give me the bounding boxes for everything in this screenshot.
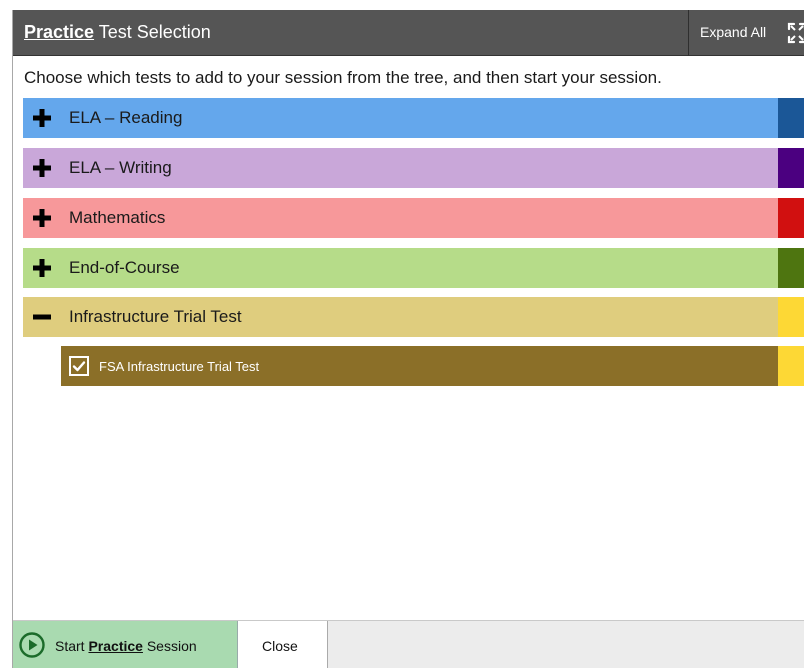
plus-icon	[33, 209, 51, 227]
close-button-label: Close	[262, 638, 298, 654]
start-suffix: Session	[142, 638, 197, 654]
title-emphasis: Practice	[24, 22, 95, 42]
category-color-stripe	[778, 297, 804, 337]
category-label: End-of-Course	[69, 258, 180, 277]
category-color-stripe	[778, 98, 804, 138]
dialog-title-bar: Practice Test Selection Expand All	[13, 10, 804, 56]
expand-arrows-icon	[787, 22, 804, 44]
category-label: Mathematics	[69, 208, 166, 227]
plus-icon	[33, 259, 51, 277]
start-practice-session-button[interactable]: Start Practice Session	[13, 621, 238, 668]
checkmark-icon	[72, 361, 86, 372]
test-label: FSA Infrastructure Trial Test	[99, 359, 260, 374]
test-selection-dialog: Practice Test Selection Expand All Choos…	[12, 10, 804, 668]
category-color-stripe	[778, 198, 804, 238]
play-circle-icon	[19, 632, 45, 658]
expand-all-label: Expand All	[700, 24, 767, 40]
start-emphasis: Practice	[88, 638, 143, 654]
test-checkbox[interactable]	[69, 356, 89, 376]
category-infrastructure-trial-test[interactable]: Infrastructure Trial Test	[23, 297, 804, 337]
test-item-fsa-infrastructure-trial[interactable]: FSA Infrastructure Trial Test	[61, 346, 804, 386]
category-color-stripe	[778, 248, 804, 288]
dialog-footer: Start Practice Session Close	[13, 620, 804, 668]
dialog-title: Practice Test Selection	[24, 22, 211, 43]
title-rest: Test Selection	[94, 22, 211, 42]
expand-toggle[interactable]	[23, 198, 62, 238]
collapse-toggle[interactable]	[23, 297, 62, 337]
expand-toggle[interactable]	[23, 248, 62, 288]
expand-toggle[interactable]	[23, 148, 62, 188]
category-color-stripe	[778, 148, 804, 188]
category-mathematics[interactable]: Mathematics	[23, 198, 804, 238]
minus-icon	[33, 314, 51, 320]
category-ela-writing[interactable]: ELA – Writing	[23, 148, 804, 188]
test-color-stripe	[778, 346, 804, 386]
start-button-label: Start Practice Session	[55, 638, 197, 654]
plus-icon	[33, 109, 51, 127]
category-label: Infrastructure Trial Test	[69, 307, 242, 326]
expand-all-button[interactable]: Expand All	[688, 10, 804, 56]
plus-icon	[33, 159, 51, 177]
category-label: ELA – Writing	[69, 158, 172, 177]
category-end-of-course[interactable]: End-of-Course	[23, 248, 804, 288]
start-prefix: Start	[55, 638, 89, 654]
category-label: ELA – Reading	[69, 108, 183, 127]
category-ela-reading[interactable]: ELA – Reading	[23, 98, 804, 138]
instructions-text: Choose which tests to add to your sessio…	[24, 68, 662, 87]
close-button[interactable]: Close	[238, 621, 328, 668]
expand-toggle[interactable]	[23, 98, 62, 138]
